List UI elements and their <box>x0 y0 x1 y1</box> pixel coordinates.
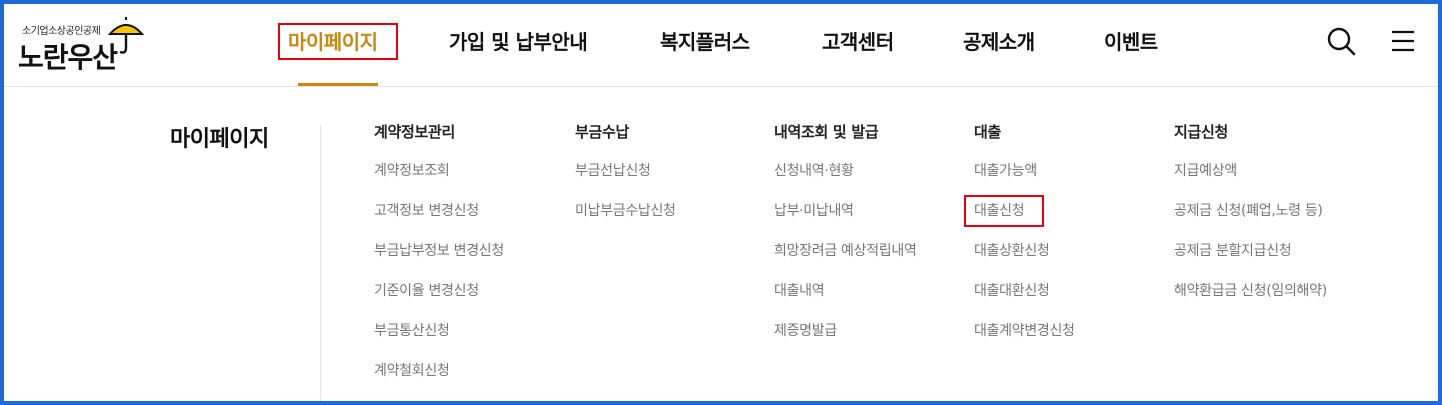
nav-item-join-payment[interactable]: 가입 및 납부안내 <box>449 28 588 56</box>
menu-link[interactable]: 미납부금수납신청 <box>575 201 676 241</box>
menu-column-installment: 부금수납 부금선납신청 미납부금수납신청 <box>575 121 676 223</box>
logo-name: 노란우산 <box>18 41 118 74</box>
menu-link[interactable]: 부금납부정보 변경신청 <box>374 241 504 281</box>
column-heading: 부금수납 <box>575 123 630 141</box>
mega-menu: 마이페이지 계약정보관리 계약정보조회 고객정보 변경신청 부금납부정보 변경신… <box>4 87 1438 401</box>
menu-link[interactable]: 고객정보 변경신청 <box>374 201 504 241</box>
menu-link[interactable]: 해약환급금 신청(임의해약) <box>1174 281 1327 321</box>
column-heading: 내역조회 및 발급 <box>774 123 879 141</box>
menu-link[interactable]: 부금선납신청 <box>575 161 676 201</box>
menu-column-contract: 계약정보관리 계약정보조회 고객정보 변경신청 부금납부정보 변경신청 기준이율… <box>374 121 504 383</box>
menu-link[interactable]: 납부·미납내역 <box>774 201 917 241</box>
menu-column-history: 내역조회 및 발급 신청내역·현황 납부·미납내역 희망장려금 예상적립내역 대… <box>774 121 917 343</box>
mega-menu-title: 마이페이지 <box>170 127 269 152</box>
column-list: 대출가능액 대출신청 대출상환신청 대출대환신청 대출계약변경신청 <box>974 161 1075 361</box>
column-heading: 계약정보관리 <box>374 123 456 141</box>
nav-item-welfare-plus[interactable]: 복지플러스 <box>660 28 750 56</box>
column-list: 지급예상액 공제금 신청(폐업,노령 등) 공제금 분할지급신청 해약환급금 신… <box>1174 161 1327 321</box>
search-icon[interactable] <box>1326 26 1356 56</box>
mega-menu-divider <box>320 125 321 401</box>
nav-item-event[interactable]: 이벤트 <box>1104 28 1158 56</box>
column-list: 계약정보조회 고객정보 변경신청 부금납부정보 변경신청 기준이율 변경신청 부… <box>374 161 504 401</box>
menu-link[interactable]: 신청내역·현황 <box>774 161 917 201</box>
column-heading: 지급신청 <box>1174 123 1229 141</box>
logo[interactable]: 소기업소상공인공제 노란우산 <box>18 14 158 74</box>
menu-link[interactable]: 계약철회신청 <box>374 361 504 401</box>
menu-link[interactable]: 공제금 분할지급신청 <box>1174 241 1327 281</box>
menu-link[interactable]: 대출상환신청 <box>974 241 1075 281</box>
column-heading: 대출 <box>974 123 1002 141</box>
column-list: 신청내역·현황 납부·미납내역 희망장려금 예상적립내역 대출내역 제증명발급 <box>774 161 917 361</box>
active-nav-underline <box>298 83 378 86</box>
menu-link[interactable]: 지급예상액 <box>1174 161 1327 201</box>
umbrella-icon <box>107 17 145 54</box>
logo-subtitle: 소기업소상공인공제 <box>22 26 101 37</box>
menu-link[interactable]: 대출대환신청 <box>974 281 1075 321</box>
menu-link[interactable]: 기준이율 변경신청 <box>374 281 504 321</box>
menu-link[interactable]: 부금통산신청 <box>374 321 504 361</box>
menu-column-loan: 대출 대출가능액 대출신청 대출상환신청 대출대환신청 대출계약변경신청 <box>974 121 1075 343</box>
menu-link[interactable]: 계약정보조회 <box>374 161 504 201</box>
menu-link[interactable]: 대출계약변경신청 <box>974 321 1075 361</box>
active-nav-highlight-box <box>278 23 398 60</box>
menu-link[interactable]: 제증명발급 <box>774 321 917 361</box>
menu-link[interactable]: 희망장려금 예상적립내역 <box>774 241 917 281</box>
menu-column-payout: 지급신청 지급예상액 공제금 신청(폐업,노령 등) 공제금 분할지급신청 해약… <box>1174 121 1327 303</box>
column-list: 부금선납신청 미납부금수납신청 <box>575 161 676 241</box>
nav-item-about[interactable]: 공제소개 <box>963 28 1035 56</box>
nav-item-customer-center[interactable]: 고객센터 <box>822 28 894 56</box>
menu-link[interactable]: 대출내역 <box>774 281 917 321</box>
menu-link[interactable]: 공제금 신청(폐업,노령 등) <box>1174 201 1327 241</box>
hamburger-menu-icon[interactable] <box>1390 28 1416 54</box>
loan-application-highlight-box <box>964 195 1044 227</box>
site-header: 소기업소상공인공제 노란우산 마이페이지 가입 및 납부안내 복지플러스 고객센… <box>4 4 1438 87</box>
